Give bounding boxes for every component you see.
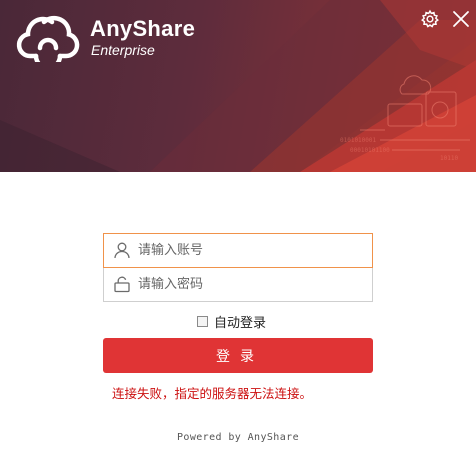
auto-login-label: 自动登录 <box>214 315 267 331</box>
powered-by-footer: Powered by AnyShare <box>177 432 299 443</box>
svg-text:10110: 10110 <box>440 155 458 162</box>
error-message: 连接失败，指定的服务器无法连接。 <box>112 386 313 401</box>
svg-text:00010101100: 00010101100 <box>350 147 390 154</box>
svg-text:0101010001: 0101010001 <box>340 137 377 144</box>
anyshare-logo-icon <box>16 15 80 62</box>
login-button[interactable]: 登录 <box>103 338 373 373</box>
brand-subtitle: Enterprise <box>91 42 155 58</box>
password-field <box>103 268 373 302</box>
brand-name: AnyShare <box>90 16 196 41</box>
account-input[interactable] <box>138 234 368 267</box>
auto-login-toggle[interactable]: 自动登录 <box>197 313 267 331</box>
auto-login-checkbox[interactable] <box>197 315 208 327</box>
header-banner: 0101010001 00010101100 10110 AnyShare En… <box>0 0 476 172</box>
lock-icon <box>114 276 130 293</box>
account-field <box>103 233 373 268</box>
close-icon[interactable] <box>451 9 471 29</box>
gear-icon[interactable] <box>420 9 440 29</box>
user-icon <box>114 242 130 259</box>
password-input[interactable] <box>138 268 368 301</box>
